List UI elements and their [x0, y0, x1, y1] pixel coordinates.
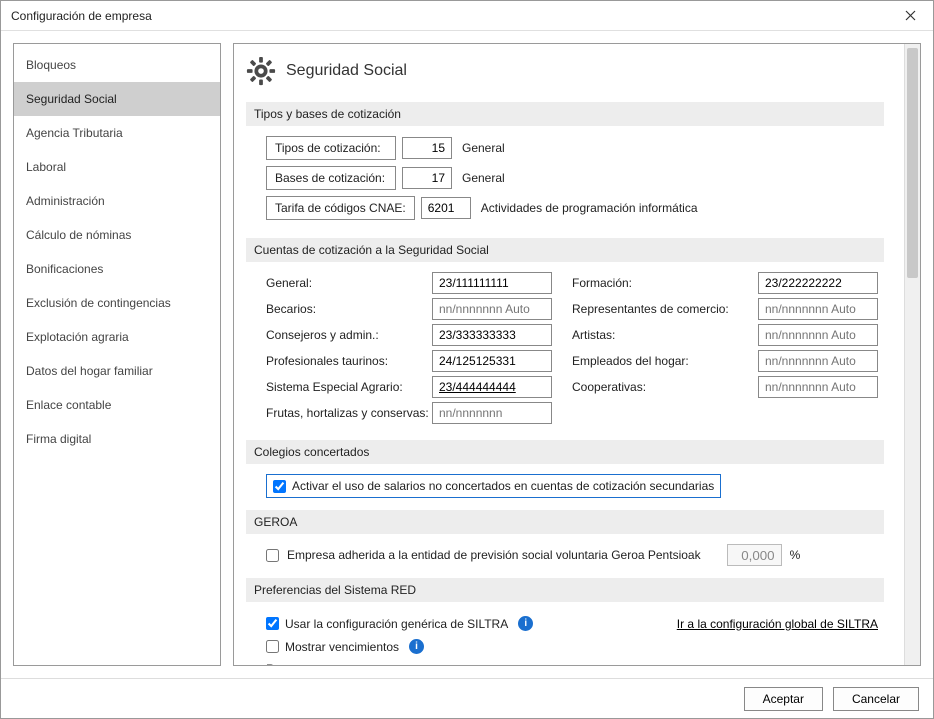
sidebar-item-exclusion-contingencias[interactable]: Exclusión de contingencias — [14, 286, 220, 320]
titlebar: Configuración de empresa — [1, 1, 933, 31]
cuenta-agrario-input[interactable] — [432, 376, 552, 398]
sidebar-item-label: Agencia Tributaria — [26, 126, 123, 140]
sidebar-item-label: Explotación agraria — [26, 330, 129, 344]
sidebar-item-label: Firma digital — [26, 432, 91, 446]
accept-button[interactable]: Aceptar — [744, 687, 823, 711]
section-colegios: Activar el uso de salarios no concertado… — [246, 474, 884, 504]
tipos-cotizacion-input[interactable] — [402, 137, 452, 159]
cuenta-artistas-label: Artistas: — [572, 328, 752, 342]
sidebar-item-calculo-nominas[interactable]: Cálculo de nóminas — [14, 218, 220, 252]
geroa-checkbox[interactable] — [266, 549, 279, 562]
representante-heading: Representante — [266, 662, 878, 665]
cuenta-representantes-label: Representantes de comercio: — [572, 302, 752, 316]
cuentas-left-col: General: Becarios: Consejeros y admin.: … — [266, 272, 552, 428]
page-title: Seguridad Social — [286, 62, 407, 80]
cnae-input[interactable] — [421, 197, 471, 219]
sidebar-item-seguridad-social[interactable]: Seguridad Social — [14, 82, 220, 116]
cuenta-general-label: General: — [266, 276, 426, 290]
dialog-footer: Aceptar Cancelar — [1, 678, 933, 718]
cuenta-becarios-input[interactable] — [432, 298, 552, 320]
cuenta-cooperativas-input[interactable] — [758, 376, 878, 398]
section-geroa: Empresa adherida a la entidad de previsi… — [246, 544, 884, 572]
cuenta-artistas-input[interactable] — [758, 324, 878, 346]
cuentas-right-col: Formación: Representantes de comercio: A… — [572, 272, 878, 428]
sidebar-item-label: Laboral — [26, 160, 66, 174]
section-header-geroa: GEROA — [246, 510, 884, 534]
sidebar-item-label: Cálculo de nóminas — [26, 228, 131, 242]
sidebar-item-laboral[interactable]: Laboral — [14, 150, 220, 184]
sidebar-item-label: Exclusión de contingencias — [26, 296, 171, 310]
sidebar-item-bonificaciones[interactable]: Bonificaciones — [14, 252, 220, 286]
sidebar-item-bloqueos[interactable]: Bloqueos — [14, 48, 220, 82]
cuenta-formacion-label: Formación: — [572, 276, 752, 290]
siltra-link[interactable]: Ir a la configuración global de SILTRA — [677, 617, 878, 631]
company-config-window: Configuración de empresa Bloqueos Seguri… — [0, 0, 934, 719]
geroa-pct-suffix: % — [790, 548, 801, 562]
vertical-scrollbar[interactable] — [904, 44, 920, 665]
bases-cotizacion-desc: General — [458, 171, 505, 185]
cuenta-frutas-label: Frutas, hortalizas y conservas: — [266, 406, 426, 420]
geroa-pct-input[interactable] — [727, 544, 782, 566]
cancel-button[interactable]: Cancelar — [833, 687, 919, 711]
sidebar-item-administracion[interactable]: Administración — [14, 184, 220, 218]
colegios-checkbox[interactable] — [273, 480, 286, 493]
cuenta-formacion-input[interactable] — [758, 272, 878, 294]
sidebar-item-datos-hogar[interactable]: Datos del hogar familiar — [14, 354, 220, 388]
colegios-checkbox-label: Activar el uso de salarios no concertado… — [292, 479, 714, 493]
sidebar-item-firma-digital[interactable]: Firma digital — [14, 422, 220, 456]
colegios-highlight: Activar el uso de salarios no concertado… — [266, 474, 721, 498]
tipos-cotizacion-label: Tipos de cotización: — [266, 136, 396, 160]
cuenta-agrario-label: Sistema Especial Agrario: — [266, 380, 426, 394]
geroa-checkbox-label: Empresa adherida a la entidad de previsi… — [287, 548, 701, 562]
tipos-cotizacion-desc: General — [458, 141, 505, 155]
cuenta-hogar-input[interactable] — [758, 350, 878, 372]
sidebar-item-label: Datos del hogar familiar — [26, 364, 153, 378]
cuenta-cooperativas-label: Cooperativas: — [572, 380, 752, 394]
red-siltra-checkbox[interactable] — [266, 617, 279, 630]
bases-cotizacion-label: Bases de cotización: — [266, 166, 396, 190]
sidebar-item-label: Bloqueos — [26, 58, 76, 72]
section-header-colegios: Colegios concertados — [246, 440, 884, 464]
cnae-label: Tarifa de códigos CNAE: — [266, 196, 415, 220]
info-icon[interactable]: i — [518, 616, 533, 631]
sidebar-item-explotacion-agraria[interactable]: Explotación agraria — [14, 320, 220, 354]
red-vencimientos-checkbox[interactable] — [266, 640, 279, 653]
cuenta-becarios-label: Becarios: — [266, 302, 426, 316]
info-icon[interactable]: i — [409, 639, 424, 654]
section-cuentas: General: Becarios: Consejeros y admin.: … — [246, 272, 884, 434]
window-title: Configuración de empresa — [11, 9, 152, 23]
sidebar-item-label: Bonificaciones — [26, 262, 103, 276]
scrollbar-thumb[interactable] — [907, 48, 918, 278]
close-button[interactable] — [895, 4, 925, 28]
cuenta-general-input[interactable] — [432, 272, 552, 294]
dialog-body: Bloqueos Seguridad Social Agencia Tribut… — [1, 31, 933, 678]
section-red: Usar la configuración genérica de SILTRA… — [246, 612, 884, 665]
cuenta-taurinos-label: Profesionales taurinos: — [266, 354, 426, 368]
red-siltra-label: Usar la configuración genérica de SILTRA — [285, 617, 508, 631]
cuenta-taurinos-input[interactable] — [432, 350, 552, 372]
main-content: Seguridad Social Tipos y bases de cotiza… — [234, 44, 904, 665]
cuenta-frutas-input[interactable] — [432, 402, 552, 424]
gear-icon — [246, 56, 276, 86]
sidebar-nav: Bloqueos Seguridad Social Agencia Tribut… — [13, 43, 221, 666]
sidebar-item-enlace-contable[interactable]: Enlace contable — [14, 388, 220, 422]
section-header-tipos: Tipos y bases de cotización — [246, 102, 884, 126]
cuenta-consejeros-input[interactable] — [432, 324, 552, 346]
cuenta-consejeros-label: Consejeros y admin.: — [266, 328, 426, 342]
section-header-red: Preferencias del Sistema RED — [246, 578, 884, 602]
sidebar-item-label: Enlace contable — [26, 398, 111, 412]
sidebar-item-label: Seguridad Social — [26, 92, 117, 106]
cnae-desc: Actividades de programación informática — [477, 201, 698, 215]
section-tipos: Tipos de cotización: General Bases de co… — [246, 136, 884, 232]
sidebar-item-agencia-tributaria[interactable]: Agencia Tributaria — [14, 116, 220, 150]
cuenta-representantes-input[interactable] — [758, 298, 878, 320]
section-header-cuentas: Cuentas de cotización a la Seguridad Soc… — [246, 238, 884, 262]
close-icon — [905, 10, 916, 21]
cuenta-hogar-label: Empleados del hogar: — [572, 354, 752, 368]
sidebar-item-label: Administración — [26, 194, 105, 208]
page-header: Seguridad Social — [246, 52, 884, 96]
main-panel: Seguridad Social Tipos y bases de cotiza… — [233, 43, 921, 666]
red-vencimientos-label: Mostrar vencimientos — [285, 640, 399, 654]
bases-cotizacion-input[interactable] — [402, 167, 452, 189]
